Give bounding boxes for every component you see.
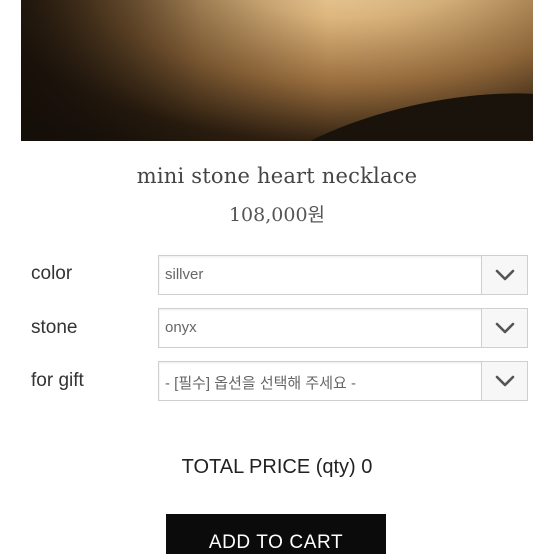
option-label-stone: stone [31, 317, 78, 338]
gift-select[interactable]: - [필수] 옵션을 선택해 주세요 - [158, 361, 528, 401]
color-select[interactable]: sillver [158, 255, 528, 295]
color-select-toggle[interactable] [481, 256, 527, 294]
total-price: TOTAL PRICE (qty) 0 [181, 456, 373, 478]
color-select-value: sillver [165, 266, 204, 283]
chevron-down-icon [495, 322, 515, 334]
option-label-gift: for gift [31, 370, 84, 391]
stone-select-value: onyx [165, 319, 197, 336]
stone-select[interactable]: onyx [158, 308, 528, 348]
product-price: 108,000원 [228, 204, 326, 226]
option-label-color: color [31, 263, 73, 284]
stone-select-toggle[interactable] [481, 309, 527, 347]
product-image [21, 0, 533, 141]
gift-select-value: - [필수] 옵션을 선택해 주세요 - [165, 375, 356, 392]
chevron-down-icon [495, 375, 515, 387]
add-to-cart-button[interactable]: ADD TO CART [166, 514, 386, 554]
product-title: mini stone heart necklace [136, 164, 418, 188]
gift-select-toggle[interactable] [481, 362, 527, 400]
chevron-down-icon [495, 269, 515, 281]
